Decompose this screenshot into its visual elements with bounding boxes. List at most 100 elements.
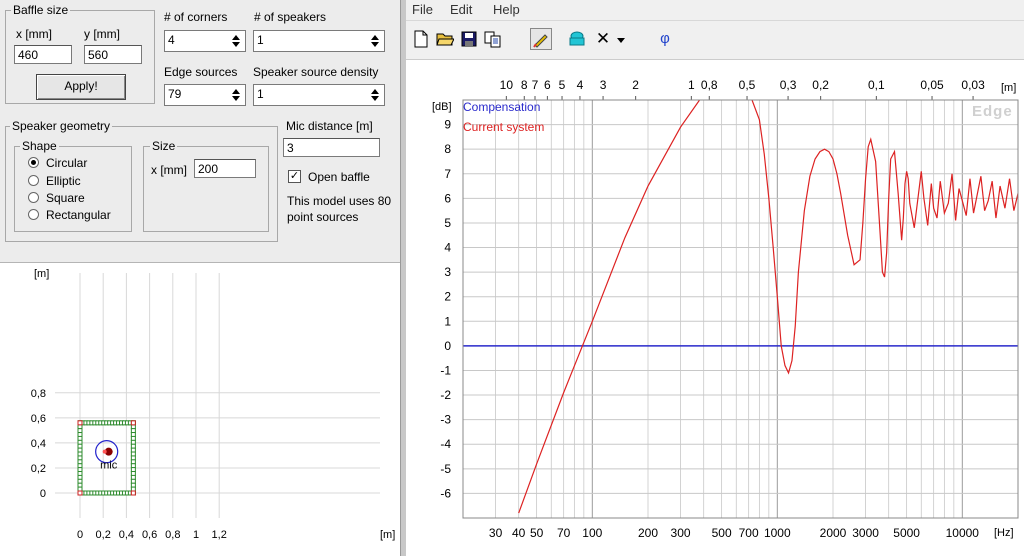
x-tick-label: 0,8 — [165, 529, 180, 541]
chart-grid — [462, 100, 1019, 518]
delete-icon[interactable]: ✕ — [592, 28, 614, 50]
top-tick-label: 8 — [521, 78, 528, 92]
y-tick-label: 9 — [444, 118, 451, 132]
edge-sources-spinner[interactable]: 79 — [164, 84, 246, 106]
controls-panel: Baffle size x [mm] y [mm] 460 560 Apply!… — [0, 0, 400, 263]
speaker-center-marker — [102, 449, 107, 454]
shape-title: Shape — [20, 139, 59, 153]
right-pane: File Edit Help ✕ φ 9 8 7 6 5 4 3 2 1 0 -1 -2 -3 -4 -5-… — [406, 0, 1024, 556]
menu-file[interactable]: File — [412, 2, 433, 17]
mic-distance-input[interactable]: 3 — [283, 138, 380, 157]
spinner-arrows-icon[interactable] — [230, 33, 243, 49]
y-tick-label: 0 — [40, 488, 46, 500]
x-tick-label: 1000 — [764, 526, 791, 540]
top-tick-label: 2 — [632, 78, 639, 92]
corners-spinner[interactable]: 4 — [164, 30, 246, 52]
y-tick-label: -4 — [440, 437, 451, 451]
radio-square[interactable] — [28, 192, 39, 203]
baffle-y-input[interactable]: 560 — [84, 45, 142, 64]
speaker-geometry-title: Speaker geometry — [10, 119, 113, 133]
x-tick-label: 40 — [512, 526, 526, 540]
x-tick-label: 100 — [582, 526, 602, 540]
apply-button[interactable]: Apply! — [36, 74, 126, 100]
open-baffle-checkbox[interactable]: ✓ — [288, 170, 301, 183]
x-tick-label: 0,2 — [96, 529, 111, 541]
x-tick-label: 50 — [530, 526, 544, 540]
x-tick-label: 500 — [712, 526, 732, 540]
series-current-system-high — [751, 100, 1018, 375]
x-tick-label: 5000 — [893, 526, 920, 540]
y-tick-label: 0,8 — [31, 388, 46, 400]
x-tick-label: 0,4 — [119, 529, 134, 541]
speakers-value: 1 — [257, 33, 264, 47]
radio-elliptic[interactable] — [28, 175, 39, 186]
top-tick-label: 0,1 — [868, 78, 885, 92]
top-axis-unit: [m] — [1001, 82, 1016, 94]
y-tick-label: -6 — [440, 486, 451, 500]
edge-watermark: Edge — [972, 103, 1013, 120]
y-tick-label: 0,6 — [31, 413, 46, 425]
copy-icon[interactable] — [482, 28, 504, 50]
open-folder-icon[interactable] — [434, 28, 456, 50]
baffle-y-unit: [m] — [34, 268, 49, 280]
radio-rectangular[interactable] — [28, 209, 39, 220]
menu-help[interactable]: Help — [493, 2, 520, 17]
corner-source — [130, 420, 136, 426]
x-tick-label: 10000 — [946, 526, 980, 540]
x-tick-label: 200 — [638, 526, 658, 540]
top-tick-label: 0,05 — [920, 78, 944, 92]
y-tick-label: 4 — [444, 241, 451, 255]
corner-source — [77, 490, 83, 496]
top-tick-label: 7 — [532, 78, 539, 92]
source-density-label: Speaker source density — [253, 65, 379, 79]
radio-circular[interactable] — [28, 157, 39, 168]
baffle-x-input[interactable]: 460 — [14, 45, 72, 64]
source-density-spinner[interactable]: 1 — [253, 84, 385, 106]
new-file-icon[interactable] — [410, 28, 432, 50]
x-tick-label: 0 — [77, 529, 83, 541]
corners-value: 4 — [168, 33, 175, 47]
y-tick-label: 5 — [444, 216, 451, 230]
x-tick-label: 1 — [193, 529, 199, 541]
speaker-icon[interactable] — [566, 28, 588, 50]
x-axis-label: [Hz] — [994, 527, 1014, 539]
size-title: Size — [150, 139, 178, 153]
spinner-arrows-icon[interactable] — [230, 87, 243, 103]
top-tick-label: 5 — [559, 78, 566, 92]
x-tick-label: 3000 — [852, 526, 879, 540]
menu-bar: File Edit Help — [406, 0, 1024, 21]
pen-icon[interactable] — [530, 28, 552, 50]
y-tick-label: 1 — [444, 314, 451, 328]
top-tick-label: 0,03 — [961, 78, 985, 92]
y-tick-label: 0 — [444, 339, 451, 353]
top-tick-label: 4 — [577, 78, 584, 92]
toolbar: ✕ φ — [406, 21, 1024, 60]
shape-circular-label: Circular — [46, 156, 88, 170]
y-tick-label: 0,4 — [31, 438, 46, 450]
size-input[interactable]: 200 — [194, 159, 256, 178]
baffle-y-label: y [mm] — [84, 27, 120, 41]
spinner-arrows-icon[interactable] — [369, 87, 382, 103]
dropdown-icon[interactable] — [614, 28, 628, 50]
x-tick-label: 700 — [739, 526, 759, 540]
x-tick-label: 30 — [489, 526, 503, 540]
chart-series — [463, 100, 1018, 514]
top-tick-label: 0,5 — [739, 78, 756, 92]
mic-label: mic — [100, 460, 118, 472]
save-icon[interactable] — [458, 28, 480, 50]
spinner-arrows-icon[interactable] — [369, 33, 382, 49]
phase-icon[interactable]: φ — [654, 28, 676, 50]
y-axis-label: [dB] — [432, 101, 452, 113]
edge-sources-value: 79 — [168, 87, 182, 101]
top-tick-label: 1 — [688, 78, 695, 92]
y-tick-label: 7 — [444, 167, 451, 181]
top-tick-label: 0,8 — [701, 78, 718, 92]
menu-edit[interactable]: Edit — [450, 2, 472, 17]
corners-label: # of corners — [164, 10, 228, 24]
edge-sources-label: Edge sources — [164, 65, 238, 79]
speakers-spinner[interactable]: 1 — [253, 30, 385, 52]
y-tick-label: -2 — [440, 388, 451, 402]
y-tick-label: 2 — [444, 290, 451, 304]
x-tick-label: 1,2 — [212, 529, 227, 541]
y-tick-label: 3 — [444, 265, 451, 279]
